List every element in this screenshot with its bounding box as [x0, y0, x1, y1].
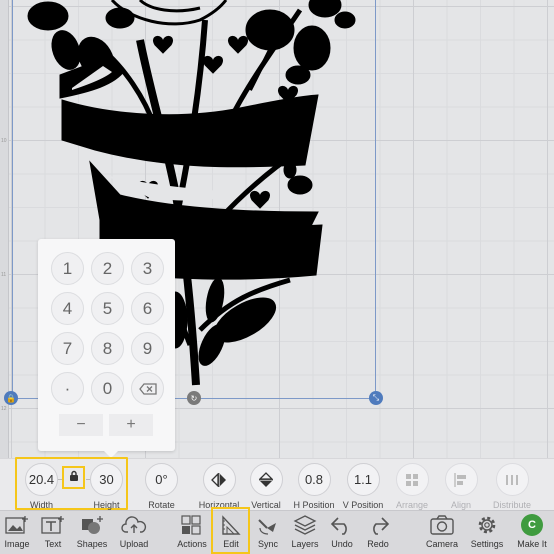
- decrement-button[interactable]: −: [59, 414, 103, 436]
- flip-horizontal-button[interactable]: Horizontal: [196, 463, 242, 510]
- distribute-icon[interactable]: [495, 463, 529, 496]
- camera-icon: [429, 512, 455, 538]
- toolbar-edit-button[interactable]: Edit: [211, 512, 251, 549]
- toolbar-undo-button[interactable]: Undo: [322, 512, 362, 549]
- toolbar-sync-button[interactable]: Sync: [248, 512, 288, 549]
- width-field[interactable]: 20.4 Width: [25, 463, 58, 510]
- rotate-field[interactable]: 0° Rotate: [145, 463, 178, 510]
- keypad-key-9[interactable]: 9: [131, 332, 164, 365]
- v-position-label: V Position: [342, 500, 384, 510]
- toolbar-actions-label: Actions: [177, 539, 207, 549]
- make-it-icon: C: [521, 512, 543, 538]
- toolbar-image-button[interactable]: Image: [0, 512, 37, 549]
- arrange-button[interactable]: Arrange: [395, 463, 429, 510]
- keypad-key-2[interactable]: 2: [91, 252, 124, 285]
- toolbar-shapes-label: Shapes: [76, 539, 108, 549]
- h-position-input[interactable]: 0.8: [297, 463, 331, 496]
- keypad-key-3[interactable]: 3: [131, 252, 164, 285]
- aspect-lock-button[interactable]: [62, 466, 85, 489]
- toolbar-text-button[interactable]: Text: [33, 512, 73, 549]
- toolbar-camera-button[interactable]: Camera: [422, 512, 462, 549]
- keypad-key-1[interactable]: 1: [51, 252, 84, 285]
- lock-icon: [69, 469, 79, 487]
- height-input[interactable]: 30: [90, 463, 123, 496]
- lock-handle-icon[interactable]: 🔒: [4, 391, 18, 405]
- toolbar-undo-label: Undo: [331, 539, 353, 549]
- toolbar-shapes-button[interactable]: Shapes: [72, 512, 112, 549]
- rotate-input[interactable]: 0°: [145, 463, 178, 496]
- toolbar-actions-button[interactable]: Actions: [172, 512, 212, 549]
- align-icon[interactable]: [444, 463, 478, 496]
- redo-icon: [366, 512, 390, 538]
- arrange-icon[interactable]: [395, 463, 429, 496]
- flip-vertical-label: Vertical: [251, 500, 281, 510]
- distribute-button[interactable]: Distribute: [492, 463, 532, 510]
- image-icon: [5, 512, 29, 538]
- gear-icon: [475, 512, 499, 538]
- toolbar-camera-label: Camera: [425, 539, 458, 549]
- height-label: Height: [93, 500, 120, 510]
- flip-vertical-button[interactable]: Vertical: [249, 463, 283, 510]
- arrange-label: Arrange: [395, 500, 429, 510]
- width-input[interactable]: 20.4: [25, 463, 58, 496]
- backspace-icon[interactable]: [131, 372, 164, 405]
- layers-icon: [293, 512, 317, 538]
- actions-icon: [180, 512, 204, 538]
- undo-icon: [330, 512, 354, 538]
- toolbar-upload-button[interactable]: Upload: [114, 512, 154, 549]
- flip-horizontal-icon[interactable]: [202, 463, 236, 496]
- distribute-label: Distribute: [492, 500, 531, 510]
- align-label: Align: [450, 500, 471, 510]
- keypad-key-0[interactable]: 0: [91, 372, 124, 405]
- keypad-key-8[interactable]: 8: [91, 332, 124, 365]
- rotate-handle-icon[interactable]: ↻: [187, 391, 201, 405]
- rotate-label: Rotate: [148, 500, 175, 510]
- resize-handle-icon[interactable]: ⤡: [369, 391, 383, 405]
- sync-icon: [256, 512, 280, 538]
- width-label: Width: [29, 500, 53, 510]
- numeric-keypad-popup: 1 2 3 4 5 6 7 8 9 · 0 − +: [38, 239, 175, 458]
- align-button[interactable]: Align: [444, 463, 478, 510]
- keypad-key-decimal[interactable]: ·: [51, 372, 84, 405]
- toolbar-image-label: Image: [4, 539, 30, 549]
- h-position-label: H Position: [293, 500, 335, 510]
- upload-cloud-icon: [121, 512, 147, 538]
- toolbar-upload-label: Upload: [119, 539, 149, 549]
- make-it-badge: C: [521, 514, 543, 536]
- shapes-icon: [80, 512, 104, 538]
- keypad-key-6[interactable]: 6: [131, 292, 164, 325]
- toolbar-make-it-label: Make It: [517, 539, 547, 549]
- edit-ruler-icon: [220, 512, 242, 538]
- toolbar-sync-label: Sync: [257, 539, 278, 549]
- toolbar-settings-label: Settings: [470, 539, 504, 549]
- increment-button[interactable]: +: [109, 414, 153, 436]
- toolbar-redo-button[interactable]: Redo: [358, 512, 398, 549]
- toolbar-redo-label: Redo: [367, 539, 389, 549]
- v-position-field[interactable]: 1.1 V Position: [343, 463, 383, 510]
- height-field[interactable]: 30 Height: [90, 463, 123, 510]
- toolbar-edit-label: Edit: [223, 539, 239, 549]
- toolbar-layers-label: Layers: [291, 539, 319, 549]
- keypad-key-5[interactable]: 5: [91, 292, 124, 325]
- toolbar-settings-button[interactable]: Settings: [467, 512, 507, 549]
- flip-vertical-icon[interactable]: [249, 463, 283, 496]
- toolbar-layers-button[interactable]: Layers: [285, 512, 325, 549]
- h-position-field[interactable]: 0.8 H Position: [293, 463, 335, 510]
- keypad-key-7[interactable]: 7: [51, 332, 84, 365]
- toolbar-text-label: Text: [44, 539, 62, 549]
- v-position-input[interactable]: 1.1: [346, 463, 380, 496]
- toolbar-make-it-button[interactable]: C Make It: [512, 512, 552, 549]
- keypad-key-4[interactable]: 4: [51, 292, 84, 325]
- text-icon: [41, 512, 65, 538]
